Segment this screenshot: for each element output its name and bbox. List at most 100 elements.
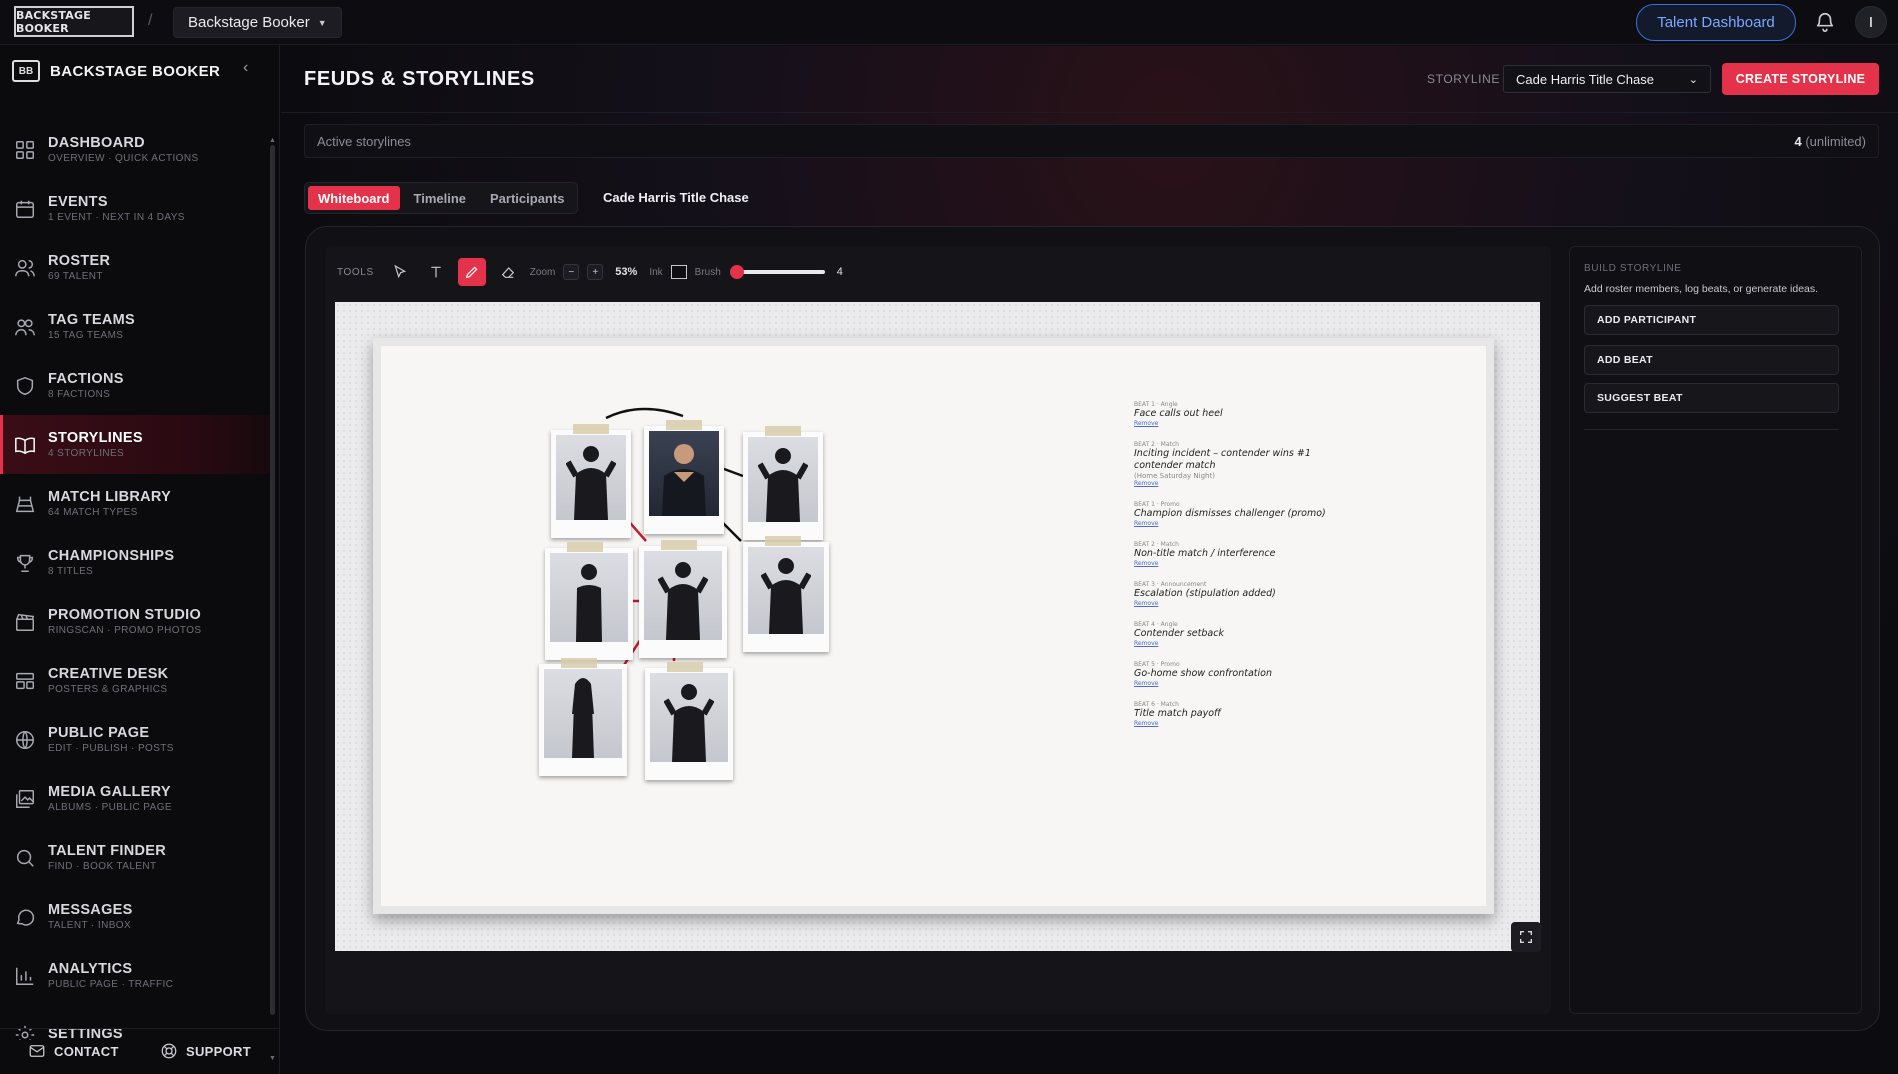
tab-whiteboard[interactable]: Whiteboard: [308, 186, 400, 210]
sidebar-item-storylines[interactable]: STORYLINES 4 STORYLINES: [0, 415, 270, 474]
sidebar-item-creative-desk[interactable]: CREATIVE DESK POSTERS & GRAPHICS: [0, 651, 270, 710]
beat-meta: BEAT 1 · Promo: [1134, 501, 1180, 508]
beat-meta: BEAT 4 · Angle: [1134, 621, 1178, 628]
brand-logo-icon: BB: [12, 60, 40, 82]
beat-item[interactable]: BEAT 5 · Promo Go-home show confrontatio…: [1134, 661, 1334, 687]
storyline-select[interactable]: Cade Harris Title Chase ⌄: [1503, 65, 1711, 93]
sidebar-item-tag-teams[interactable]: TAG TEAMS 15 TAG TEAMS: [0, 297, 270, 356]
beat-remove-link[interactable]: Remove: [1134, 560, 1334, 567]
bell-icon[interactable]: [1814, 11, 1836, 33]
cursor-icon: [394, 264, 406, 279]
eraser-tool-button[interactable]: [494, 258, 522, 286]
sidebar-item-roster[interactable]: ROSTER 69 TALENT: [0, 238, 270, 297]
sidebar-item-messages[interactable]: MESSAGES TALENT · INBOX: [0, 887, 270, 946]
participant-photo: [550, 553, 628, 642]
beats-list: BEAT 1 · Angle Face calls out heel Remov…: [1134, 401, 1334, 741]
collapse-sidebar-icon[interactable]: ‹: [243, 59, 248, 77]
beat-item[interactable]: BEAT 2 · Match Inciting incident – conte…: [1134, 441, 1334, 487]
zoom-out-button[interactable]: −: [563, 264, 580, 280]
beat-remove-link[interactable]: Remove: [1134, 720, 1334, 727]
participant-card[interactable]: [644, 420, 724, 534]
support-link[interactable]: SUPPORT: [160, 1042, 251, 1060]
search-icon: [16, 849, 34, 867]
nav-label: TALENT FINDER: [48, 843, 167, 859]
participant-card[interactable]: [743, 536, 829, 652]
sidebar-brand[interactable]: BB BACKSTAGE BOOKER: [12, 57, 220, 85]
participant-card[interactable]: [545, 542, 633, 660]
beat-meta: BEAT 5 · Promo: [1134, 661, 1180, 668]
sidebar-item-talent-finder[interactable]: TALENT FINDER FIND · BOOK TALENT: [0, 828, 270, 887]
tab-timeline[interactable]: Timeline: [404, 186, 477, 210]
ink-label: Ink: [649, 266, 663, 278]
text-tool-button[interactable]: [422, 258, 450, 286]
talent-dashboard-button[interactable]: Talent Dashboard: [1636, 4, 1796, 41]
sidebar-item-promotion-studio[interactable]: PROMOTION STUDIO RINGSCAN · PROMO PHOTOS: [0, 592, 270, 651]
wrestler-silhouette-icon: [761, 558, 811, 634]
ink-color-swatch[interactable]: [670, 265, 687, 279]
sidebar-item-analytics[interactable]: ANALYTICS PUBLIC PAGE · TRAFFIC: [0, 946, 270, 1005]
lifebuoy-icon: [161, 1043, 177, 1059]
tape-strip: [765, 536, 801, 546]
suited-silhouette-icon: [576, 564, 602, 642]
beat-remove-link[interactable]: Remove: [1134, 600, 1334, 607]
brush-label: Brush: [694, 266, 721, 278]
clapper-icon: [16, 613, 35, 631]
app-selector[interactable]: Backstage Booker ▼: [173, 7, 342, 38]
beat-remove-link[interactable]: Remove: [1134, 480, 1334, 487]
beat-remove-link[interactable]: Remove: [1134, 420, 1334, 427]
fullscreen-button[interactable]: [1511, 922, 1541, 952]
participant-card[interactable]: [539, 658, 627, 776]
sidebar-scrollbar[interactable]: [270, 145, 275, 1015]
nav-label: ROSTER: [48, 253, 111, 269]
beat-remove-link[interactable]: Remove: [1134, 680, 1334, 687]
sidebar-item-championships[interactable]: CHAMPIONSHIPS 8 TITLES: [0, 533, 270, 592]
nav-label: MESSAGES: [48, 902, 133, 918]
brush-slider-thumb[interactable]: [730, 265, 745, 279]
app-logo[interactable]: BACKSTAGE BOOKER: [14, 6, 134, 37]
beat-text: Champion dismisses challenger (promo): [1134, 508, 1326, 519]
main-content: FEUDS & STORYLINES STORYLINE Cade Harris…: [281, 46, 1898, 1074]
sidebar-item-events[interactable]: EVENTS 1 EVENT · NEXT IN 4 DAYS: [0, 179, 270, 238]
beat-meta: BEAT 6 · Match: [1134, 701, 1179, 708]
add-participant-button[interactable]: ADD PARTICIPANT: [1584, 305, 1839, 335]
pen-tool-button[interactable]: [457, 258, 486, 286]
add-beat-button[interactable]: ADD BEAT: [1584, 345, 1839, 375]
beat-item[interactable]: BEAT 3 · Announcement Escalation (stipul…: [1134, 581, 1334, 607]
active-storylines-label: Active storylines: [317, 133, 411, 149]
zoom-in-button[interactable]: +: [587, 264, 604, 280]
nav-label: EVENTS: [48, 194, 108, 210]
sidebar-item-media-gallery[interactable]: MEDIA GALLERY ALBUMS · PUBLIC PAGE: [0, 769, 270, 828]
sidebar-item-match-library[interactable]: MATCH LIBRARY 64 MATCH TYPES: [0, 474, 270, 533]
whiteboard-canvas[interactable]: BEAT 1 · Angle Face calls out heel Remov…: [335, 302, 1541, 952]
suggest-beat-button[interactable]: SUGGEST BEAT: [1584, 383, 1839, 413]
contact-link[interactable]: CONTACT: [28, 1042, 119, 1060]
brush-size-slider[interactable]: [730, 265, 825, 279]
nav-label: STORYLINES: [48, 430, 143, 446]
participant-card[interactable]: [639, 540, 727, 658]
beat-remove-link[interactable]: Remove: [1134, 640, 1334, 647]
select-tool-button[interactable]: [386, 258, 414, 286]
tab-participants[interactable]: Participants: [480, 186, 574, 210]
sidebar-item-factions[interactable]: FACTIONS 8 FACTIONS: [0, 356, 270, 415]
participant-card[interactable]: [645, 662, 733, 780]
beat-item[interactable]: BEAT 2 · Match Non-title match / interfe…: [1134, 541, 1334, 567]
beat-item[interactable]: BEAT 4 · Angle Contender setback Remove: [1134, 621, 1334, 647]
beat-item[interactable]: BEAT 6 · Match Title match payoff Remove: [1134, 701, 1334, 727]
sidebar-item-public-page[interactable]: PUBLIC PAGE EDIT · PUBLISH · POSTS: [0, 710, 270, 769]
beat-item[interactable]: BEAT 1 · Promo Champion dismisses challe…: [1134, 501, 1334, 527]
participant-card[interactable]: [551, 424, 631, 538]
build-panel-subtitle: Add roster members, log beats, or genera…: [1584, 283, 1819, 295]
whiteboard-paper[interactable]: BEAT 1 · Angle Face calls out heel Remov…: [373, 338, 1494, 914]
nav-sublabel: 8 TITLES: [48, 566, 94, 577]
beat-item[interactable]: BEAT 1 · Angle Face calls out heel Remov…: [1134, 401, 1334, 427]
participant-card[interactable]: [743, 426, 823, 540]
nav-sublabel: 64 MATCH TYPES: [48, 507, 138, 518]
beat-note: (Home Saturday Night): [1134, 472, 1215, 480]
page-title: FEUDS & STORYLINES: [304, 68, 535, 90]
beat-remove-link[interactable]: Remove: [1134, 520, 1334, 527]
user-avatar[interactable]: I: [1855, 6, 1887, 38]
create-storyline-button[interactable]: CREATE STORYLINE: [1722, 63, 1879, 95]
text-icon: [431, 266, 441, 278]
scroll-up-icon[interactable]: ▲: [269, 137, 276, 144]
sidebar-item-dashboard[interactable]: DASHBOARD OVERVIEW · QUICK ACTIONS: [0, 120, 270, 179]
